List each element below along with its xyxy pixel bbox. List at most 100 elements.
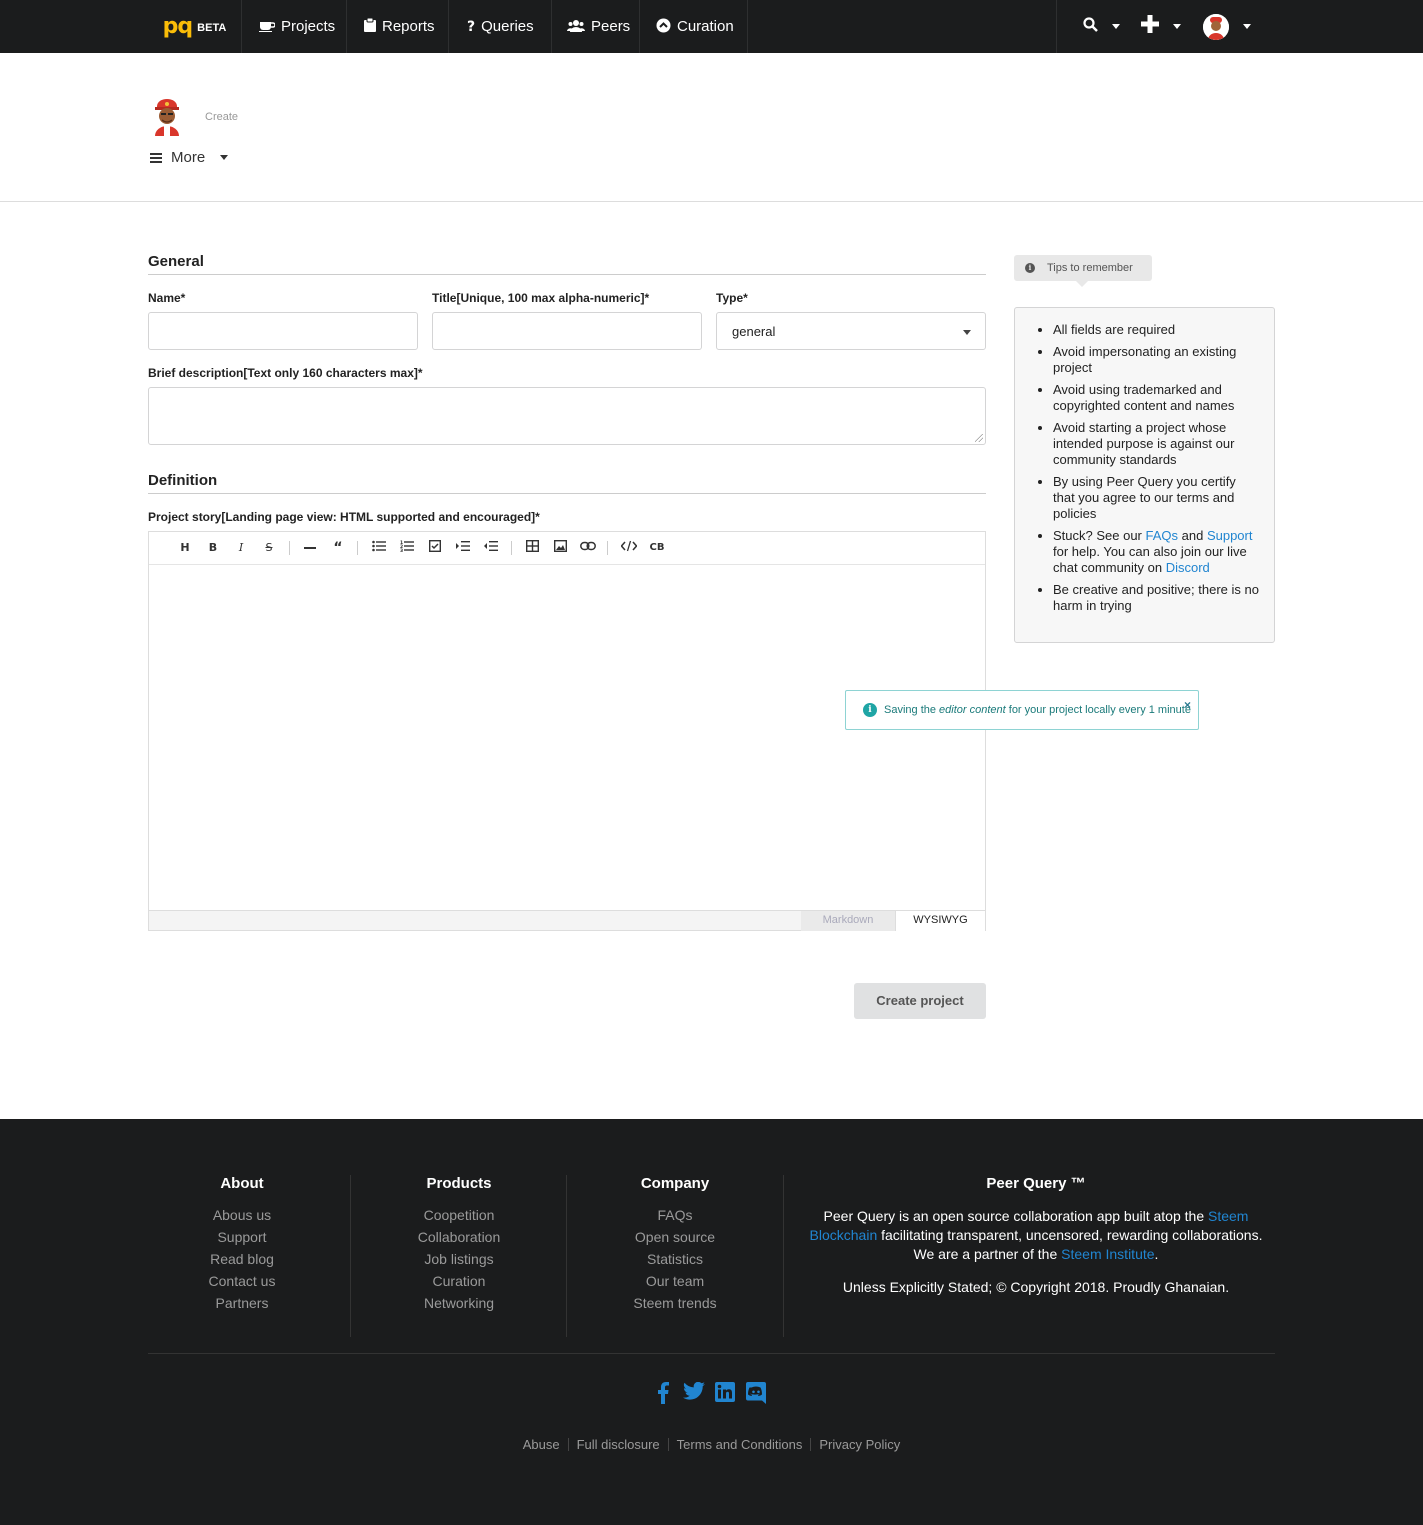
brand-logo-text: pq	[162, 14, 193, 39]
nav-queries[interactable]: ? Queries	[449, 0, 552, 53]
user-dropdown[interactable]	[1203, 0, 1251, 53]
title-label: Title[Unique, 100 max alpha-numeric]*	[432, 291, 650, 305]
abuse-link[interactable]: Abuse	[523, 1437, 560, 1452]
outdent-icon[interactable]	[481, 540, 501, 556]
footer-link[interactable]: Partners	[148, 1292, 336, 1314]
indent-icon[interactable]	[453, 540, 473, 556]
create-project-button[interactable]: Create project	[854, 983, 986, 1019]
add-dropdown[interactable]	[1141, 0, 1181, 53]
numbered-list-icon[interactable]: 123	[397, 540, 417, 556]
info-icon: i	[1025, 263, 1035, 273]
separator	[810, 1438, 812, 1451]
top-navbar: pq BETA Projects Reports ? Queries Peers…	[0, 0, 1423, 53]
name-field[interactable]	[148, 312, 418, 350]
footer-link[interactable]: Read blog	[148, 1248, 336, 1270]
project-story-label: Project story[Landing page view: HTML su…	[148, 510, 540, 524]
nav-projects[interactable]: Projects	[243, 0, 347, 53]
nav-reports[interactable]: Reports	[347, 0, 449, 53]
bullet-list-icon[interactable]	[369, 540, 389, 556]
horizontal-rule-icon[interactable]	[300, 540, 320, 556]
heading-icon[interactable]: H	[175, 540, 195, 556]
image-icon[interactable]	[550, 539, 570, 556]
strikethrough-icon[interactable]: S	[259, 540, 279, 556]
link-icon[interactable]	[578, 540, 598, 556]
discord-icon[interactable]	[745, 1382, 767, 1404]
chevron-down-icon	[1112, 24, 1120, 29]
footer-link[interactable]: Collaboration	[365, 1226, 553, 1248]
footer-divider	[566, 1175, 567, 1337]
close-icon[interactable]: ×	[1184, 698, 1191, 712]
tip-item: Avoid impersonating an existing project	[1053, 344, 1259, 376]
footer-about-title: About	[220, 1175, 264, 1192]
tip-item: Stuck? See our FAQs and Support for help…	[1053, 528, 1259, 576]
discord-link[interactable]: Discord	[1166, 560, 1210, 575]
toolbar-divider	[357, 541, 358, 555]
footer-pq-title: Peer Query ™	[986, 1175, 1086, 1192]
quote-icon[interactable]: “	[328, 540, 348, 556]
type-label: Type*	[716, 291, 748, 305]
more-menu-button[interactable]: More	[150, 149, 229, 166]
steem-institute-link[interactable]: Steem Institute	[1061, 1246, 1154, 1262]
avatar	[1203, 13, 1229, 40]
terms-link[interactable]: Terms and Conditions	[677, 1437, 803, 1452]
support-link[interactable]: Support	[1207, 528, 1253, 543]
chevron-circle-up-icon	[656, 18, 671, 36]
svg-text:3: 3	[400, 548, 403, 552]
footer-link[interactable]: Abous us	[148, 1204, 336, 1226]
wysiwyg-tab[interactable]: WYSIWYG	[895, 911, 985, 931]
code-icon[interactable]	[619, 540, 639, 556]
tips-label: i Tips to remember	[1014, 255, 1152, 287]
footer-link[interactable]: Statistics	[581, 1248, 769, 1270]
avatar[interactable]	[150, 98, 184, 136]
nav-peers[interactable]: Peers	[552, 0, 640, 53]
brand-logo[interactable]: pq BETA	[148, 0, 242, 53]
table-icon[interactable]	[522, 539, 542, 556]
footer-link[interactable]: Steem trends	[581, 1292, 769, 1314]
coffee-cup-icon	[259, 19, 276, 35]
project-story-editor[interactable]: H B I S “ 123 CB Markdown WYSIWYG	[148, 531, 986, 931]
breadcrumb[interactable]: Create	[205, 111, 238, 123]
info-icon: i	[863, 703, 877, 717]
twitter-icon[interactable]	[683, 1381, 705, 1404]
footer-divider	[783, 1175, 784, 1337]
italic-icon[interactable]: I	[231, 540, 251, 556]
footer-link[interactable]: Job listings	[365, 1248, 553, 1270]
editor-toolbar: H B I S “ 123 CB	[149, 532, 985, 565]
code-block-icon[interactable]: CB	[647, 540, 667, 556]
search-dropdown[interactable]	[1083, 0, 1120, 53]
linkedin-icon[interactable]	[714, 1382, 736, 1404]
footer-link[interactable]: Contact us	[148, 1270, 336, 1292]
footer-link[interactable]: Our team	[581, 1270, 769, 1292]
toolbar-divider	[289, 541, 290, 555]
plus-icon	[1141, 15, 1159, 38]
footer-products: Products Coopetition Collaboration Job l…	[365, 1175, 553, 1314]
nav-curation[interactable]: Curation	[640, 0, 748, 53]
tip-item: By using Peer Query you certify that you…	[1053, 474, 1259, 522]
facebook-icon[interactable]	[652, 1382, 674, 1404]
tip-item: All fields are required	[1053, 322, 1259, 338]
bold-icon[interactable]: B	[203, 540, 223, 556]
privacy-policy-link[interactable]: Privacy Policy	[819, 1437, 900, 1452]
footer-link[interactable]: Networking	[365, 1292, 553, 1314]
tips-list: All fields are required Avoid impersonat…	[1053, 322, 1259, 620]
faqs-link[interactable]: FAQs	[1146, 528, 1179, 543]
name-label: Name*	[148, 291, 186, 305]
brief-description-field[interactable]	[148, 387, 986, 445]
task-list-icon[interactable]	[425, 539, 445, 556]
full-disclosure-link[interactable]: Full disclosure	[577, 1437, 660, 1452]
markdown-tab[interactable]: Markdown	[801, 911, 895, 931]
title-field[interactable]	[432, 312, 702, 350]
footer-link[interactable]: Curation	[365, 1270, 553, 1292]
search-icon	[1083, 16, 1098, 37]
tip-item: Be creative and positive; there is no ha…	[1053, 582, 1259, 614]
type-select[interactable]: general	[716, 312, 986, 350]
footer-link[interactable]: Open source	[581, 1226, 769, 1248]
footer-link[interactable]: FAQs	[581, 1204, 769, 1226]
footer-link[interactable]: Support	[148, 1226, 336, 1248]
resize-grip-icon[interactable]	[975, 434, 983, 442]
footer-link[interactable]: Coopetition	[365, 1204, 553, 1226]
clipboard-icon	[364, 17, 376, 35]
nav-projects-label: Projects	[281, 18, 336, 35]
footer: About Abous us Support Read blog Contact…	[0, 1119, 1423, 1525]
editor-mode-bar: Markdown WYSIWYG	[149, 910, 985, 931]
